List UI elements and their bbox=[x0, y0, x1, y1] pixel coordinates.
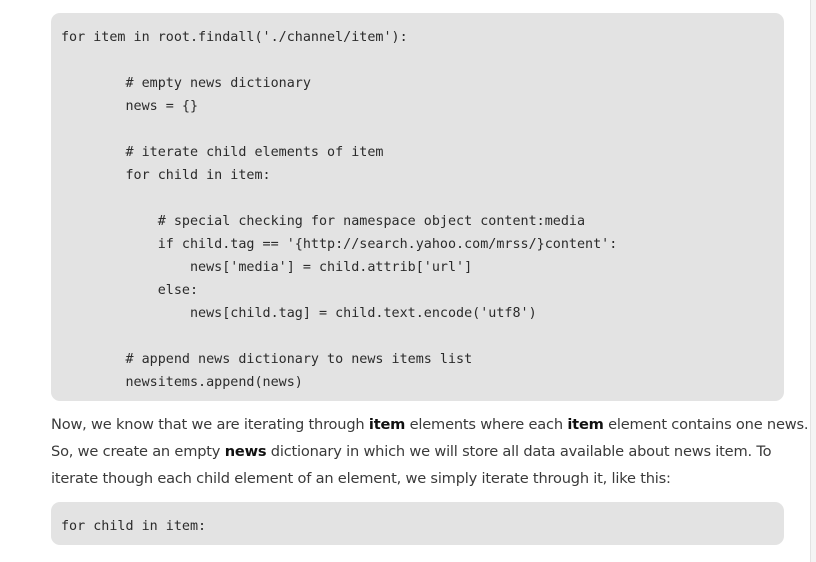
code-line: if child.tag == '{http://search.yahoo.co… bbox=[61, 237, 618, 252]
scrollbar-track[interactable] bbox=[810, 0, 816, 562]
paragraph-text: Now, we know that we are iterating throu… bbox=[51, 416, 369, 433]
explanation-paragraph: Now, we know that we are iterating throu… bbox=[51, 411, 809, 492]
article-page: for item in root.findall('./channel/item… bbox=[0, 0, 816, 562]
code-line: for child in item: bbox=[61, 519, 207, 534]
code-line: for item in root.findall('./channel/item… bbox=[61, 30, 408, 45]
paragraph-line: iterate though each child element of an … bbox=[51, 465, 791, 492]
code-block-child-loop: for child in item: bbox=[51, 502, 784, 545]
paragraph-text: dictionary in which we will store all da… bbox=[266, 443, 772, 460]
code-line: # empty news dictionary bbox=[61, 76, 311, 91]
paragraph-text: elements where each bbox=[405, 416, 568, 433]
keyword-item: item bbox=[368, 416, 406, 433]
paragraph-line: Now, we know that we are iterating throu… bbox=[51, 411, 809, 438]
keyword-item: item bbox=[567, 416, 604, 433]
paragraph-line: So, we create an empty news dictionary i… bbox=[51, 438, 791, 465]
code-line: newsitems.append(news) bbox=[61, 375, 303, 390]
keyword-news: news bbox=[224, 443, 267, 460]
paragraph-text: So, we create an empty bbox=[51, 443, 225, 460]
code-line: news['media'] = child.attrib['url'] bbox=[61, 260, 473, 275]
code-line: news[child.tag] = child.text.encode('utf… bbox=[61, 306, 537, 321]
code-line: # special checking for namespace object … bbox=[61, 214, 586, 229]
paragraph-text: element contains one news. bbox=[603, 416, 809, 433]
code-line: news = {} bbox=[61, 99, 199, 114]
code-line: for child in item: bbox=[61, 168, 271, 183]
code-line: # iterate child elements of item bbox=[61, 145, 384, 160]
code-line: else: bbox=[61, 283, 199, 298]
code-line: # append news dictionary to news items l… bbox=[61, 352, 473, 367]
paragraph-text: iterate though each child element of an … bbox=[51, 470, 671, 487]
code-block-parse-items: for item in root.findall('./channel/item… bbox=[51, 13, 784, 401]
